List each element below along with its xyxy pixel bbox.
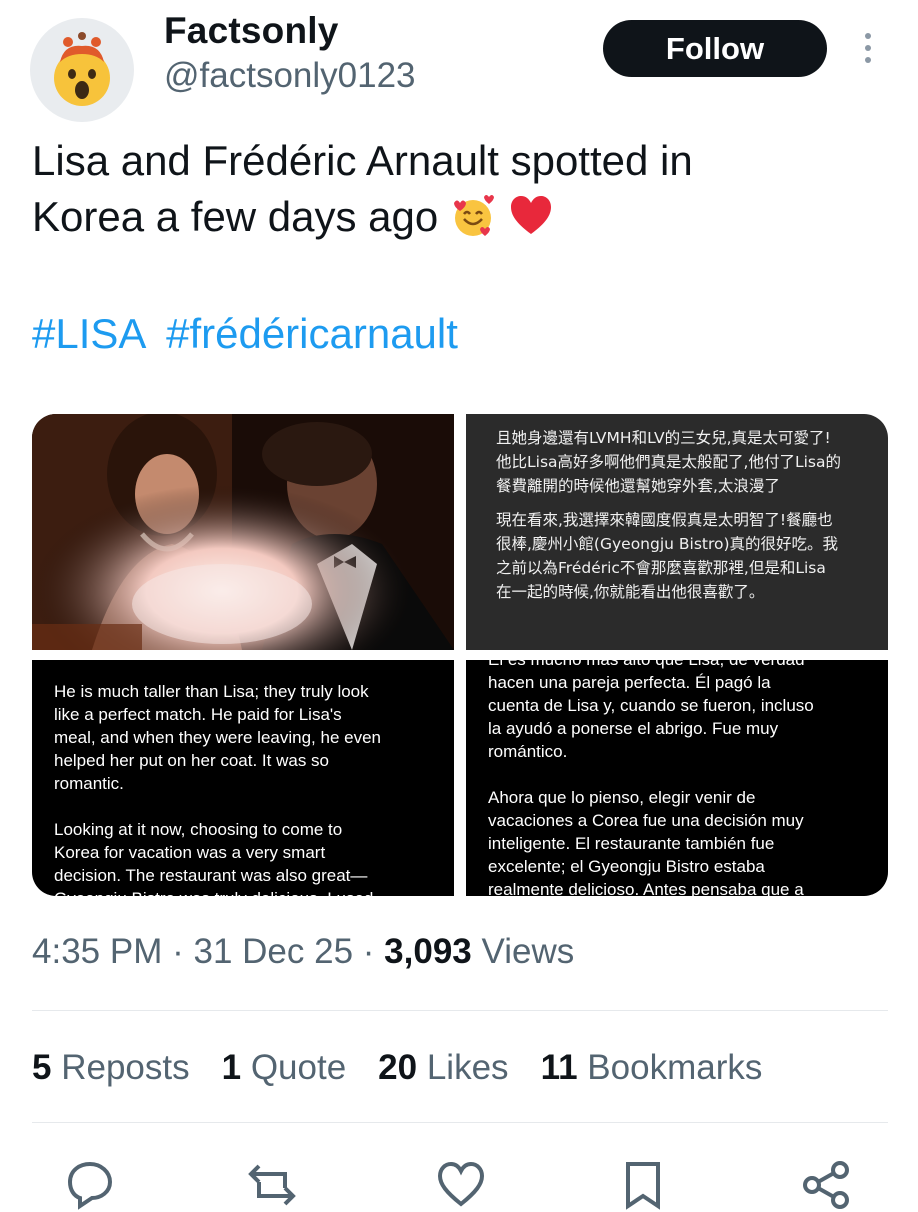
meta-separator: · (172, 932, 184, 971)
media-photo[interactable] (32, 414, 454, 650)
quotes-count: 1 (221, 1048, 242, 1087)
bookmark-icon[interactable] (616, 1158, 670, 1212)
like-icon[interactable] (434, 1158, 488, 1212)
tweet-time[interactable]: 4:35 PM (32, 932, 162, 971)
quotes-stat[interactable]: 1 Quote (222, 1048, 347, 1088)
meta-separator: · (362, 932, 375, 971)
media-chinese-text-screenshot[interactable]: 且她身邊還有LVMH和LV的三女兒,真是太可愛了! 他比Lisa高好多啊他們真是… (466, 414, 888, 650)
quotes-label: Quote (250, 1048, 347, 1087)
tweet-text-line-2: Korea a few days ago (32, 193, 439, 240)
author-display-name[interactable]: Factsonly (164, 10, 339, 52)
repost-icon[interactable] (245, 1158, 299, 1212)
media-grid: 且她身邊還有LVMH和LV的三女兒,真是太可愛了! 他比Lisa高好多啊他們真是… (32, 414, 888, 896)
likes-stat[interactable]: 20 Likes (378, 1048, 508, 1088)
reposts-label: Reposts (61, 1048, 190, 1087)
views-label: Views (481, 932, 575, 971)
bookmarks-stat[interactable]: 11 Bookmarks (541, 1048, 763, 1088)
zh-paragraph-1: 且她身邊還有LVMH和LV的三女兒,真是太可愛了! 他比Lisa高好多啊他們真是… (496, 429, 841, 495)
media-spanish-text-screenshot[interactable]: Él es mucho más alto que Lisa, de verdad… (466, 660, 888, 896)
reply-icon[interactable] (62, 1158, 116, 1212)
tweet-text-line-1: Lisa and Frédéric Arnault spotted in (32, 137, 693, 184)
red-heart-icon (508, 193, 554, 253)
likes-label: Likes (426, 1048, 509, 1087)
bookmarks-count: 11 (540, 1048, 578, 1087)
smiling-face-with-hearts-icon (450, 193, 496, 253)
es-paragraph-2: Ahora que lo pienso, elegir venir de vac… (488, 788, 804, 896)
reposts-stat[interactable]: 5 Reposts (32, 1048, 190, 1088)
views-count: 3,093 (384, 932, 472, 971)
tweet-meta: 4:35 PM · 31 Dec 25 · 3,093 Views (32, 932, 574, 972)
avatar[interactable] (30, 18, 134, 122)
divider (32, 1122, 888, 1123)
es-paragraph-1: Él es mucho más alto que Lisa, de verdad… (488, 660, 814, 761)
media-english-text-screenshot[interactable]: He is much taller than Lisa; they truly … (32, 660, 454, 896)
hashtags: #LISA #frédéricarnault (32, 310, 466, 358)
more-vertical-icon[interactable] (858, 30, 878, 66)
share-icon[interactable] (800, 1158, 854, 1212)
hashtag-fredericarnault[interactable]: #frédéricarnault (166, 310, 458, 357)
engagement-stats: 5 Reposts 1 Quote 20 Likes 11 Bookmarks (32, 1048, 794, 1088)
en-paragraph-2: Looking at it now, choosing to come to K… (54, 820, 373, 896)
reposts-count: 5 (32, 1048, 52, 1087)
author-handle[interactable]: @factsonly0123 (164, 56, 416, 96)
photo-image (32, 414, 454, 650)
en-paragraph-1: He is much taller than Lisa; they truly … (54, 682, 381, 793)
follow-button[interactable]: Follow (603, 20, 827, 77)
bookmarks-label: Bookmarks (587, 1048, 763, 1087)
tweet-date[interactable]: 31 Dec 25 (193, 932, 353, 971)
tweet-text: Lisa and Frédéric Arnault spotted in Kor… (32, 133, 892, 253)
mind-blown-emoji-icon (54, 32, 110, 106)
divider (32, 1010, 888, 1011)
hashtag-lisa[interactable]: #LISA (32, 310, 146, 357)
zh-paragraph-2: 現在看來,我選擇來韓國度假真是太明智了!餐廳也 很棒,慶州小館(Gyeongju… (496, 511, 839, 601)
likes-count: 20 (378, 1048, 418, 1087)
